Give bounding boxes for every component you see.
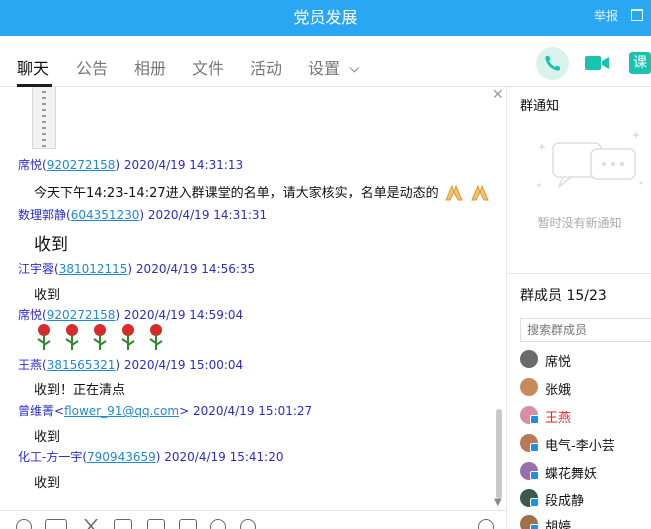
tab-announcement[interactable]: 公告 (76, 55, 108, 79)
image-icon[interactable] (179, 519, 197, 529)
scissors-icon[interactable] (82, 518, 100, 529)
message-roses (34, 323, 174, 355)
history-clock-icon[interactable] (478, 519, 494, 529)
rose-emoji-icon (65, 324, 79, 350)
mobile-online-icon (530, 524, 539, 529)
sender-name: 席悦 (18, 158, 43, 172)
avatar (520, 350, 538, 368)
voice-call-button[interactable] (536, 47, 569, 80)
member-name: 电气-李小芸 (545, 439, 615, 454)
mobile-online-icon (530, 471, 539, 480)
rose-emoji-icon (93, 324, 107, 350)
message-sender: 席悦(920272158) 2020/4/19 14:59:04 (18, 308, 244, 322)
member-name: 段成静 (545, 494, 585, 509)
more-icon[interactable] (240, 519, 256, 529)
message-time: 2020/4/19 15:00:04 (123, 358, 244, 372)
sender-name: 江宇蓉 (18, 262, 55, 276)
tab-files[interactable]: 文件 (192, 55, 224, 79)
gif-icon[interactable] (45, 519, 67, 529)
mobile-online-icon (530, 415, 539, 424)
maximize-icon[interactable] (631, 9, 643, 21)
voice-message-icon[interactable] (210, 519, 226, 529)
sender-qq-link[interactable]: 790943659 (87, 450, 156, 464)
message-time: 2020/4/19 14:59:04 (123, 308, 244, 322)
tab-album[interactable]: 相册 (134, 55, 166, 79)
empty-notice-text: 暂时没有新通知 (537, 216, 622, 230)
empty-notice-illustration-icon (537, 132, 643, 188)
sender-qq-link[interactable]: 604351230 (71, 208, 140, 222)
member-name: 胡婷 (545, 520, 572, 529)
avatar (520, 378, 538, 396)
message-text: 收到 (34, 430, 61, 445)
sender-name: 席悦 (18, 308, 43, 322)
rose-emoji-icon (121, 324, 135, 350)
class-button[interactable]: 课 (629, 52, 651, 74)
sender-qq-link[interactable]: 920272158 (47, 158, 116, 172)
video-call-button[interactable] (584, 52, 610, 74)
title-bar: 党员发展 举报 (0, 0, 651, 36)
report-link[interactable]: 举报 (594, 0, 618, 32)
window-title: 党员发展 (293, 8, 358, 27)
sender-email-link[interactable]: flower_91@qq.com (64, 404, 179, 418)
message-text-content: 今天下午14:23-14:27进入群课堂的名单，请大家核实，名单是动态的 (34, 186, 439, 201)
phone-icon (545, 56, 560, 71)
member-name: 蝶花舞妖 (545, 467, 598, 482)
tab-settings-label: 设置 (308, 59, 341, 78)
input-toolbar (0, 510, 506, 529)
chevron-down-icon (349, 62, 360, 73)
message-time: 2020/4/19 14:56:35 (135, 262, 256, 276)
notice-title: 群通知 (520, 99, 560, 114)
folder-icon[interactable] (114, 519, 132, 529)
tab-chat[interactable]: 聊天 (17, 55, 49, 79)
mobile-online-icon (530, 443, 539, 452)
chat-area[interactable]: ✕ 席悦(920272158) 2020/4/19 14:31:13 今天下午1… (0, 87, 506, 510)
message-text: 收到！正在清点 (34, 383, 126, 398)
message-text: 收到 (34, 235, 68, 255)
message-text: 收到 (34, 288, 61, 303)
message-sender: 江宇蓉(381012115) 2020/4/19 14:56:35 (18, 262, 256, 276)
message-time: 2020/4/19 15:01:27 (192, 404, 313, 418)
scroll-down-arrow-icon[interactable]: ▼ (494, 497, 502, 508)
praying-hands-emoji-icon (470, 184, 489, 201)
message-text: 今天下午14:23-14:27进入群课堂的名单，请大家核实，名单是动态的 (34, 182, 491, 202)
emoji-icon[interactable] (16, 519, 32, 529)
member-name: 王燕 (545, 411, 572, 426)
sender-name: 化工-方一宇 (18, 450, 83, 464)
sender-qq-link[interactable]: 920272158 (47, 308, 116, 322)
message-sender: 曾维菁<flower_91@qq.com> 2020/4/19 15:01:27 (18, 404, 313, 418)
praying-hands-emoji-icon (444, 184, 463, 201)
image-thumbnail[interactable] (32, 87, 56, 149)
video-camera-icon (585, 56, 609, 70)
message-text: 收到 (34, 476, 61, 491)
tab-bar: 聊天 公告 相册 文件 活动 设置 课 (0, 36, 651, 87)
screen-share-icon[interactable] (147, 519, 165, 529)
member-search-input[interactable] (520, 318, 651, 342)
members-title: 群成员 15/23 (520, 288, 607, 304)
member-name: 席悦 (545, 355, 572, 370)
rose-emoji-icon (149, 324, 163, 350)
sender-name: 曾维菁 (18, 404, 55, 418)
member-name: 张娥 (545, 383, 572, 398)
right-panel: 群通知 暂时没有新通知 群成员 15/23 席悦 张娥 王燕 电气-李小芸 蝶花… (506, 87, 651, 529)
message-sender: 王燕(381565321) 2020/4/19 15:00:04 (18, 358, 244, 372)
message-sender: 化工-方一宇(790943659) 2020/4/19 15:41:20 (18, 450, 284, 464)
message-sender: 数理郭静(604351230) 2020/4/19 14:31:31 (18, 208, 268, 222)
sender-name: 数理郭静 (18, 208, 67, 222)
message-time: 2020/4/19 15:41:20 (164, 450, 284, 464)
tab-settings[interactable]: 设置 (308, 55, 360, 79)
message-sender: 席悦(920272158) 2020/4/19 14:31:13 (18, 158, 244, 172)
message-time: 2020/4/19 14:31:13 (123, 158, 244, 172)
tab-activity[interactable]: 活动 (250, 55, 282, 79)
chat-scrollbar-thumb[interactable] (496, 409, 502, 499)
message-time: 2020/4/19 14:31:31 (147, 208, 268, 222)
sender-qq-link[interactable]: 381012115 (59, 262, 128, 276)
rose-emoji-icon (37, 324, 51, 350)
mobile-online-icon (530, 498, 539, 507)
panel-divider (507, 273, 651, 274)
sender-qq-link[interactable]: 381565321 (47, 358, 116, 372)
sender-name: 王燕 (18, 358, 43, 372)
